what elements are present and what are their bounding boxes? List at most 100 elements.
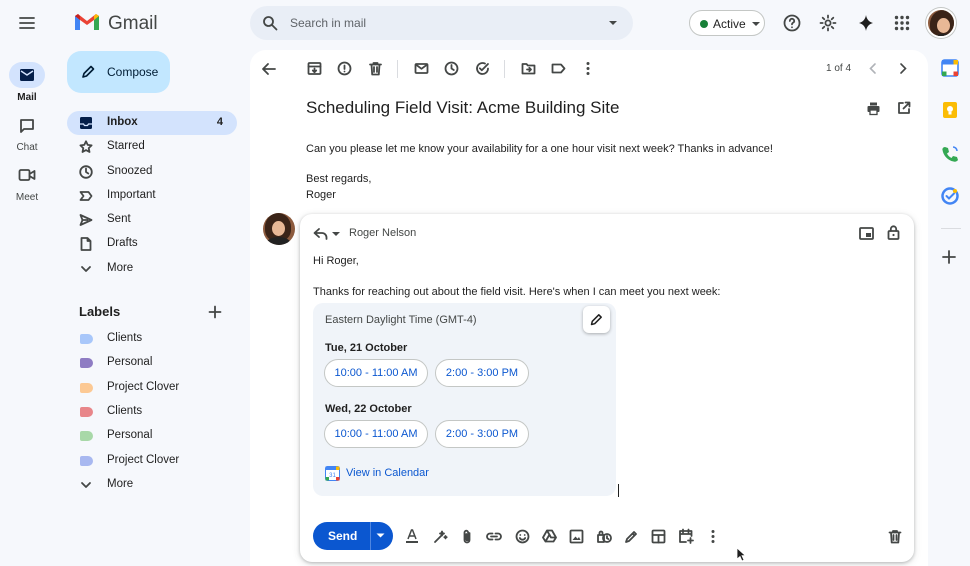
nav-drafts[interactable]: Drafts	[67, 232, 237, 256]
labels-more-label: More	[107, 478, 134, 490]
rail-mail-label: Mail	[17, 92, 37, 103]
label-name: Personal	[107, 429, 153, 441]
search-bar[interactable]: Search in mail	[250, 6, 633, 40]
gemini-button[interactable]	[857, 14, 875, 32]
nav-starred-label: Starred	[107, 140, 145, 152]
snooze-button[interactable]	[444, 61, 459, 76]
apps-grid-icon	[894, 15, 910, 31]
side-app-keep[interactable]	[941, 101, 961, 121]
nav-more-label: More	[107, 262, 134, 274]
gmail-logo[interactable]: Gmail	[74, 11, 158, 35]
create-label-button[interactable]	[208, 305, 222, 319]
chat-icon	[20, 118, 34, 133]
insert-link-button[interactable]	[486, 531, 502, 542]
clock-icon	[79, 165, 93, 179]
nav-starred[interactable]: Starred	[67, 135, 237, 159]
report-spam-button[interactable]	[337, 61, 352, 76]
email-closing: Best regards,	[306, 173, 372, 185]
label-clients-2[interactable]: Clients	[67, 400, 237, 424]
mark-unread-button[interactable]	[414, 61, 429, 76]
label-tag-icon	[80, 358, 93, 368]
label-project-clover[interactable]: Project Clover	[67, 376, 237, 400]
trash-icon	[369, 62, 382, 76]
send-button[interactable]: Send	[313, 522, 393, 550]
settings-button[interactable]	[819, 14, 837, 32]
insert-drive-button[interactable]	[542, 529, 557, 543]
back-button[interactable]	[261, 61, 277, 77]
insert-emoji-button[interactable]	[515, 529, 530, 544]
archive-button[interactable]	[307, 61, 322, 76]
side-app-voice[interactable]	[941, 145, 961, 165]
older-button[interactable]	[897, 62, 909, 75]
apps-button[interactable]	[894, 15, 910, 31]
reply-recipient[interactable]: Roger Nelson	[349, 227, 416, 239]
pop-out-button[interactable]	[859, 227, 874, 240]
set-up-time-button[interactable]	[678, 528, 694, 544]
search-input[interactable]: Search in mail	[290, 16, 366, 30]
gmail-m-icon	[75, 14, 99, 30]
reply-icon	[313, 228, 328, 240]
confidential-button[interactable]	[596, 528, 612, 544]
reply-type-button[interactable]	[313, 226, 343, 242]
label-personal[interactable]: Personal	[67, 351, 237, 375]
open-in-new-icon	[898, 101, 911, 114]
compose-button[interactable]: Compose	[67, 51, 170, 93]
calendar-add-icon	[679, 528, 694, 544]
label-personal-2[interactable]: Personal	[67, 424, 237, 448]
insert-photo-button[interactable]	[569, 529, 584, 544]
time-slot[interactable]: 2:00 - 3:00 PM	[435, 420, 529, 448]
add-task-icon	[476, 62, 489, 75]
account-avatar[interactable]	[926, 8, 956, 38]
nav-snoozed[interactable]: Snoozed	[67, 160, 237, 184]
rail-mail[interactable]: Mail	[0, 62, 54, 103]
nav-sent[interactable]: Sent	[67, 208, 237, 232]
help-me-write-button[interactable]	[433, 529, 448, 544]
reply-greeting: Hi Roger,	[313, 255, 359, 267]
trash-icon	[888, 530, 902, 544]
emoji-icon	[515, 529, 530, 544]
toolbar-divider	[397, 60, 398, 78]
newer-button[interactable]	[867, 62, 879, 75]
status-dropdown[interactable]: Active	[689, 10, 765, 36]
nav-more[interactable]: More	[67, 257, 237, 281]
time-slot[interactable]: 2:00 - 3:00 PM	[435, 359, 529, 387]
get-addons-button[interactable]	[941, 249, 961, 269]
edit-availability-button[interactable]	[583, 306, 610, 333]
view-in-calendar-label[interactable]: View in Calendar	[346, 467, 429, 479]
insert-signature-button[interactable]	[624, 529, 639, 544]
image-icon	[569, 529, 584, 544]
delete-button[interactable]	[368, 61, 383, 76]
confidential-mode-button[interactable]	[887, 225, 900, 240]
main-menu-button[interactable]	[18, 14, 36, 32]
labels-button[interactable]	[551, 61, 566, 76]
add-task-button[interactable]	[475, 61, 490, 76]
rail-meet[interactable]: Meet	[0, 162, 54, 203]
more-options-button[interactable]	[586, 61, 590, 76]
side-app-tasks[interactable]	[941, 187, 961, 207]
picture-in-picture-icon	[859, 227, 874, 240]
help-button[interactable]	[783, 14, 801, 32]
label-tag-icon	[80, 334, 93, 344]
attach-file-button[interactable]	[461, 529, 473, 545]
rail-meet-label: Meet	[15, 192, 39, 203]
move-to-button[interactable]	[521, 61, 536, 76]
label-project-clover-2[interactable]: Project Clover	[67, 449, 237, 473]
plus-icon	[208, 305, 222, 319]
print-button[interactable]	[866, 101, 881, 116]
pagination-count: 1 of 4	[826, 63, 852, 74]
formatting-button[interactable]	[405, 528, 419, 544]
open-new-window-button[interactable]	[897, 101, 911, 115]
time-slot[interactable]: 10:00 - 11:00 AM	[324, 359, 428, 387]
labels-more[interactable]: More	[67, 473, 237, 497]
more-compose-options-button[interactable]	[711, 529, 715, 544]
help-icon	[783, 14, 801, 32]
label-clients[interactable]: Clients	[67, 327, 237, 351]
discard-draft-button[interactable]	[888, 529, 902, 544]
side-app-calendar[interactable]	[941, 59, 961, 79]
nav-important[interactable]: Important	[67, 184, 237, 208]
rail-chat[interactable]: Chat	[0, 112, 54, 153]
time-slot[interactable]: 10:00 - 11:00 AM	[324, 420, 428, 448]
nav-inbox[interactable]: Inbox 4	[67, 111, 237, 135]
chevron-down-icon	[81, 482, 91, 488]
layouts-button[interactable]	[651, 529, 666, 544]
